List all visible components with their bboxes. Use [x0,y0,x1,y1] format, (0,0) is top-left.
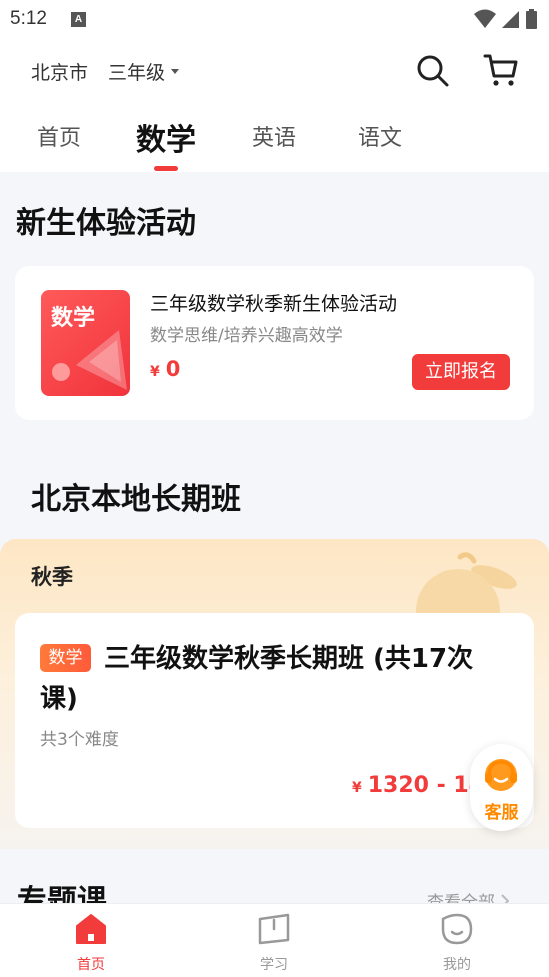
price-value: 0 [165,357,181,381]
season-label: 秋季 [31,565,73,589]
tab-math[interactable]: 数学 [136,115,196,159]
nav-item-mine[interactable]: 我的 [417,912,497,974]
nav-label-mine: 我的 [443,957,471,973]
nav-item-study[interactable]: 学习 [234,912,314,974]
local-class-header: 北京本地长期班 [0,444,549,540]
ruler-icon [52,330,127,390]
customer-service-button[interactable]: 客服 [470,744,533,831]
tab-chinese[interactable]: 语文 [358,120,402,152]
top-bar: 北京市 三年级 [0,40,549,102]
grade-selector[interactable]: 三年级 [108,58,180,85]
grade-label: 三年级 [108,62,166,84]
signup-button[interactable]: 立即报名 [412,354,510,390]
local-class-section-title: 北京本地长期班 [31,482,241,517]
price-range-value: 1320 - 14 [367,773,485,798]
difficulty-count: 共3个难度 [40,730,119,750]
book-icon [258,913,290,945]
new-student-section-title: 新生体验活动 [16,206,196,241]
signal-icon [502,11,519,28]
course-title: 三年级数学秋季新生体验活动 [150,293,398,315]
course-title: 三年级数学秋季长期班 (共17次课) [40,644,474,714]
notification-icon: A [71,12,86,27]
tab-english[interactable]: 英语 [252,120,296,152]
course-price: ¥0 [150,357,180,381]
course-subtitle: 数学思维/培养兴趣高效学 [150,326,343,346]
long-term-course-card[interactable]: 数学 三年级数学秋季长期班 (共17次课) 共3个难度 ¥1320 - 14 [15,613,534,828]
subject-tabs: 首页 数学 英语 语文 [0,102,549,172]
headset-icon [485,759,517,791]
nav-item-home[interactable]: 首页 [51,912,131,974]
status-bar: 5:12 A [0,0,549,40]
status-indicators [474,9,537,29]
currency-symbol: ¥ [150,364,160,380]
bottom-navigation: 首页 学习 我的 [0,903,549,977]
new-student-course-card[interactable]: 数学 三年级数学秋季新生体验活动 数学思维/培养兴趣高效学 ¥0 立即报名 [15,266,534,420]
search-icon[interactable] [416,54,450,88]
customer-service-label: 客服 [484,803,519,823]
course-cover: 数学 [41,290,130,396]
home-icon [76,914,106,944]
nav-label-home: 首页 [77,957,105,973]
profile-icon [441,913,473,945]
course-price-range: ¥1320 - 14 [352,773,484,798]
active-tab-indicator [154,166,178,171]
wifi-icon [474,9,496,28]
city-selector[interactable]: 北京市 [31,58,88,85]
tab-home[interactable]: 首页 [37,120,81,152]
battery-icon [526,9,537,29]
nav-label-study: 学习 [260,957,288,973]
cart-icon[interactable] [483,52,519,88]
caret-down-icon [171,69,180,74]
status-time: 5:12 [10,8,47,29]
currency-symbol: ¥ [352,780,362,796]
